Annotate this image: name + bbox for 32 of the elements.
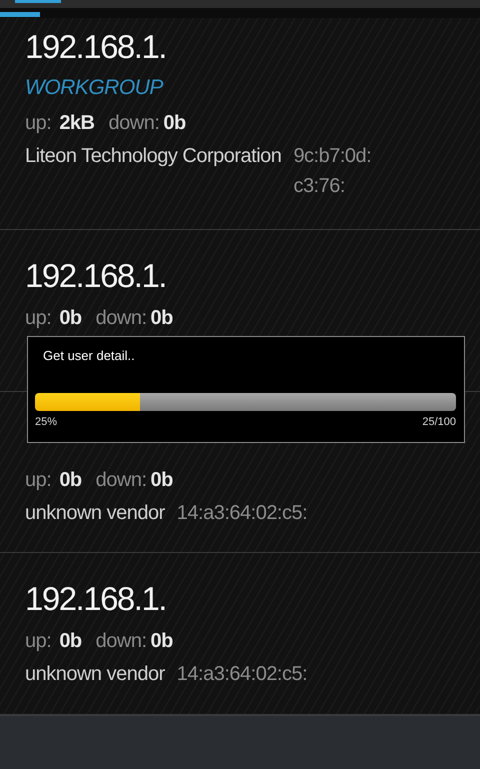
down-value: 0b <box>163 111 186 136</box>
mac-address: 9c:b7:0d: c3:76: <box>293 144 372 199</box>
mac-address: 14:a3:64:02:c5: <box>176 662 308 687</box>
down-label: down: <box>96 629 147 654</box>
down-value: 0b <box>150 468 173 493</box>
down-value: 0b <box>150 306 173 331</box>
up-label: up: <box>25 468 52 493</box>
dialog-message: Get user detail.. <box>43 347 135 365</box>
up-value: 0b <box>59 468 82 493</box>
down-label: down: <box>108 111 160 136</box>
scroll-indicator <box>15 0 61 3</box>
device-item[interactable]: 192.168.1. WORKGROUP up: 2kB down: 0b Liteon Technology Corporation 9c:b7:0d: c3:76: <box>0 18 480 230</box>
progress-count: 25/100 <box>422 415 456 430</box>
up-value: 0b <box>59 629 82 654</box>
down-label: down: <box>96 468 147 493</box>
up-value: 0b <box>59 306 82 331</box>
progress-percent: 25% <box>35 415 58 430</box>
workgroup-label: WORKGROUP <box>25 75 163 101</box>
ip-address: 192.168.1. <box>25 256 166 296</box>
up-label: up: <box>25 306 52 331</box>
ip-address: 192.168.1. <box>25 579 166 619</box>
ip-address: 192.168.1. <box>25 27 166 67</box>
tab-indicator <box>0 12 40 17</box>
vendor-name: Liteon Technology Corporation <box>25 144 282 169</box>
down-label: down: <box>96 306 147 331</box>
mac-address: 14:a3:64:02:c5: <box>176 501 308 526</box>
up-label: up: <box>25 111 52 136</box>
up-value: 2kB <box>59 111 95 136</box>
vendor-name: unknown vendor <box>25 501 165 526</box>
up-label: up: <box>25 629 52 654</box>
vendor-name: unknown vendor <box>25 662 165 687</box>
down-value: 0b <box>150 629 173 654</box>
